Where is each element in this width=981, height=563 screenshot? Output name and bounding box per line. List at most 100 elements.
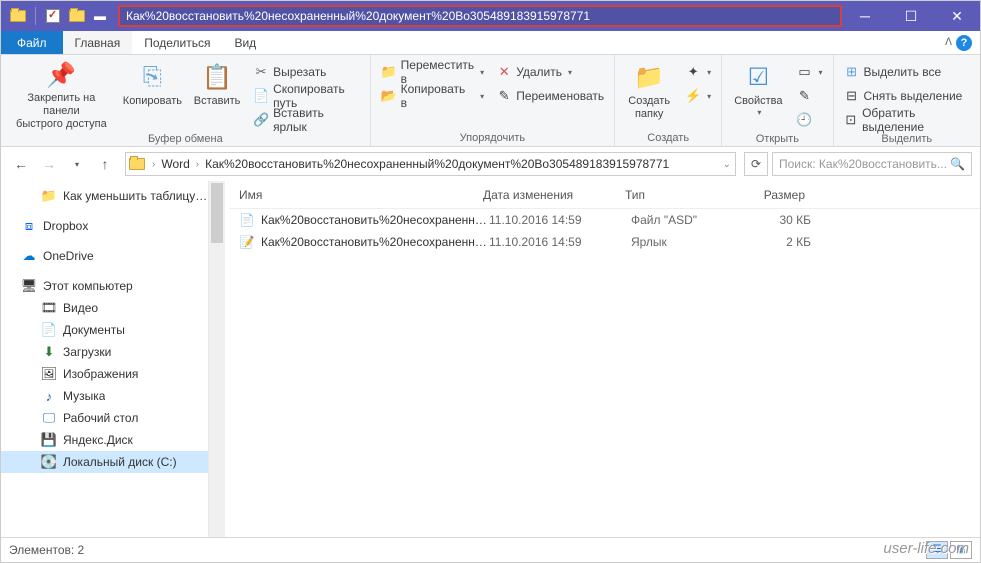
refresh-button[interactable]: ⟳ — [744, 152, 768, 176]
tree-label: Как уменьшить таблицу в E — [63, 189, 208, 203]
copypath-button[interactable]: 📄Скопировать путь — [249, 85, 364, 107]
paste-icon: 📋 — [201, 61, 233, 93]
view-details-button[interactable]: ☰ — [926, 541, 948, 559]
copyto-button[interactable]: 📂Копировать в▾ — [377, 85, 489, 107]
group-select-label: Выделить — [840, 131, 974, 147]
selectall-button[interactable]: ⊞Выделить все — [840, 61, 974, 83]
tree-item-desktop[interactable]: 🖵Рабочий стол — [1, 407, 208, 429]
breadcrumb-seg[interactable]: Как%20восстановить%20несохраненный%20док… — [201, 157, 673, 171]
chevron-down-icon: ▾ — [480, 68, 484, 77]
tree-item-documents[interactable]: 📄Документы — [1, 319, 208, 341]
copypath-icon: 📄 — [253, 88, 269, 104]
column-headers: Имя Дата изменения Тип Размер — [229, 181, 980, 209]
pasteshortcut-label: Вставить ярлык — [273, 106, 360, 134]
tree-label: OneDrive — [43, 249, 94, 263]
easyaccess-button[interactable]: ⚡▾ — [681, 85, 715, 107]
delete-button[interactable]: ✕Удалить▾ — [492, 61, 608, 83]
documents-icon: 📄 — [41, 322, 57, 338]
tree-label: Рабочий стол — [63, 411, 138, 425]
rename-button[interactable]: ✎Переименовать — [492, 85, 608, 107]
newitem-button[interactable]: ✦▾ — [681, 61, 715, 83]
chevron-down-icon: ▾ — [707, 92, 711, 101]
word-shortcut-icon: 📝 — [239, 234, 255, 250]
properties-button[interactable]: ☑ Свойства ▾ — [728, 57, 788, 129]
tree-item-pictures[interactable]: 🖼Изображения — [1, 363, 208, 385]
quick-access-toolbar: ▬ — [7, 5, 110, 27]
col-size[interactable]: Размер — [735, 188, 823, 202]
tree-item-music[interactable]: ♪Музыка — [1, 385, 208, 407]
copyto-icon: 📂 — [381, 88, 397, 104]
invertsel-button[interactable]: ⊡Обратить выделение — [840, 109, 974, 131]
moveto-button[interactable]: 📁Переместить в▾ — [377, 61, 489, 83]
tree-item-videos[interactable]: 🎞Видео — [1, 297, 208, 319]
tree-label: Локальный диск (C:) — [63, 455, 177, 469]
cut-button[interactable]: ✂Вырезать — [249, 61, 364, 83]
address-bar[interactable]: › Word › Как%20восстановить%20несохранен… — [125, 152, 736, 176]
nav-back-button[interactable]: ← — [9, 152, 33, 176]
dropbox-icon: ⧈ — [21, 218, 37, 234]
file-row[interactable]: 📄 Как%20восстановить%20несохраненны... 1… — [229, 209, 980, 231]
file-row[interactable]: 📝 Как%20восстановить%20несохраненны... 1… — [229, 231, 980, 253]
selectnone-button[interactable]: ⊟Снять выделение — [840, 85, 974, 107]
tree-item-dropbox[interactable]: ⧈Dropbox — [1, 215, 208, 237]
onedrive-icon: ☁ — [21, 248, 37, 264]
tab-share[interactable]: Поделиться — [132, 31, 222, 54]
chevron-right-icon[interactable]: › — [150, 159, 157, 170]
moveto-icon: 📁 — [381, 64, 397, 80]
ribbon-group-clipboard: 📌 Закрепить на панели быстрого доступа ⎘… — [1, 55, 371, 146]
chevron-down-icon: ▾ — [707, 68, 711, 77]
tree-item[interactable]: 📁 Как уменьшить таблицу в E — [1, 185, 208, 207]
chevron-down-icon: ▾ — [819, 68, 823, 77]
qat-folder-icon[interactable] — [66, 5, 88, 27]
video-icon: 🎞 — [41, 300, 57, 316]
cut-label: Вырезать — [273, 65, 326, 79]
tree-item-diskc[interactable]: 💽 Локальный диск (C:) — [1, 451, 208, 473]
pin-label: Закрепить на панели быстрого доступа — [13, 92, 110, 132]
col-name[interactable]: Имя — [229, 188, 483, 202]
copy-button[interactable]: ⎘ Копировать — [120, 57, 185, 129]
tree-item-thispc[interactable]: 🖥Этот компьютер — [1, 275, 208, 297]
ribbon-group-open: ☑ Свойства ▾ ▭▾ ✎ 🕘 Открыть — [722, 55, 833, 146]
invertsel-label: Обратить выделение — [862, 106, 970, 134]
open-button[interactable]: ▭▾ — [793, 61, 827, 83]
newfolder-button[interactable]: 📁 Создать папку — [621, 57, 677, 129]
pasteshortcut-button[interactable]: 🔗Вставить ярлык — [249, 109, 364, 131]
nav-up-button[interactable]: ↑ — [93, 152, 117, 176]
history-button[interactable]: 🕘 — [793, 109, 827, 131]
breadcrumb-seg[interactable]: Word — [157, 157, 193, 171]
chevron-right-icon[interactable]: › — [194, 159, 201, 170]
folder-icon: 📁 — [41, 188, 57, 204]
pin-button[interactable]: 📌 Закрепить на панели быстрого доступа — [7, 57, 116, 129]
tree-item-yadisk[interactable]: 💾Яндекс.Диск — [1, 429, 208, 451]
history-icon: 🕘 — [797, 112, 813, 128]
scrollbar[interactable] — [209, 181, 225, 537]
pc-icon: 🖥 — [21, 278, 37, 294]
tree-item-downloads[interactable]: ⬇Загрузки — [1, 341, 208, 363]
search-input[interactable]: Поиск: Как%20восстановить... 🔍 — [772, 152, 972, 176]
nav-forward-button[interactable]: → — [37, 152, 61, 176]
tab-view[interactable]: Вид — [222, 31, 268, 54]
view-icons-button[interactable]: ▦ — [950, 541, 972, 559]
col-type[interactable]: Тип — [625, 188, 735, 202]
copyto-label: Копировать в — [401, 82, 475, 110]
paste-button[interactable]: 📋 Вставить — [189, 57, 245, 129]
nav-history-button[interactable]: ▾ — [65, 152, 89, 176]
tree-item-onedrive[interactable]: ☁ OneDrive — [1, 245, 208, 267]
help-icon[interactable]: ? — [956, 35, 972, 51]
properties-qat-icon[interactable] — [42, 5, 64, 27]
edit-button[interactable]: ✎ — [793, 85, 827, 107]
yandexdisk-icon: 💾 — [41, 432, 57, 448]
close-button[interactable]: ✕ — [934, 1, 980, 31]
minimize-button[interactable]: ─ — [842, 1, 888, 31]
file-type: Файл "ASD" — [631, 213, 741, 227]
shortcut-icon: 🔗 — [253, 112, 269, 128]
maximize-button[interactable]: ☐ — [888, 1, 934, 31]
col-date[interactable]: Дата изменения — [483, 188, 625, 202]
selectnone-label: Снять выделение — [864, 89, 963, 103]
tab-file[interactable]: Файл — [1, 31, 63, 54]
chevron-down-icon[interactable]: ⌄ — [721, 159, 733, 170]
collapse-ribbon-icon[interactable]: ᐱ — [945, 37, 952, 48]
disk-icon: 💽 — [41, 454, 57, 470]
tab-home[interactable]: Главная — [63, 31, 133, 54]
rename-label: Переименовать — [516, 89, 604, 103]
